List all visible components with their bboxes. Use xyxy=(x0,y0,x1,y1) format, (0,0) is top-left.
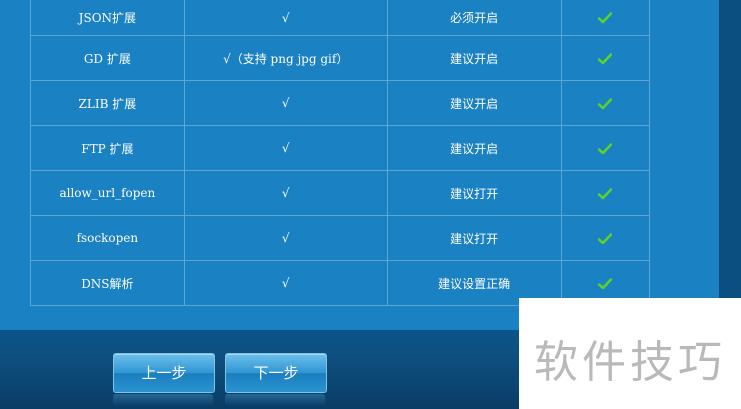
requirement-cell: √ xyxy=(183,170,388,216)
watermark-box: 软件技巧 xyxy=(519,298,741,409)
table-row: JSON扩展 √ 必须开启 xyxy=(30,0,651,36)
check-icon xyxy=(598,142,613,154)
status-cell xyxy=(560,35,651,81)
recommendation-cell: 建议开启 xyxy=(386,35,562,81)
check-icon xyxy=(598,232,613,244)
table-row: fsockopen √ 建议打开 xyxy=(30,215,651,261)
requirement-cell: √ xyxy=(183,260,388,306)
recommendation-cell: 建议开启 xyxy=(386,125,562,171)
recommendation-cell: 建议打开 xyxy=(386,215,562,261)
environment-check-table: JSON扩展 √ 必须开启 GD 扩展 √（支持 png jpg gif） 建议… xyxy=(30,0,651,306)
check-icon xyxy=(598,12,613,24)
check-icon xyxy=(598,97,613,109)
item-name-cell: DNS解析 xyxy=(30,260,185,306)
item-name-cell: FTP 扩展 xyxy=(30,125,185,171)
recommendation-cell: 建议打开 xyxy=(386,170,562,216)
watermark-text: 软件技巧 xyxy=(534,337,726,388)
status-cell xyxy=(560,215,651,261)
button-reflection xyxy=(113,394,213,406)
check-icon xyxy=(598,187,613,199)
recommendation-cell: 必须开启 xyxy=(386,0,562,36)
item-name-cell: fsockopen xyxy=(30,215,185,261)
table-row: allow_url_fopen √ 建议打开 xyxy=(30,170,651,216)
requirement-cell: √ xyxy=(183,80,388,126)
item-name-cell: GD 扩展 xyxy=(30,35,185,81)
check-icon xyxy=(598,52,613,64)
next-step-button[interactable]: 下一步 xyxy=(225,353,327,393)
recommendation-cell: 建议开启 xyxy=(386,80,562,126)
check-icon xyxy=(598,277,613,289)
table-row: GD 扩展 √（支持 png jpg gif） 建议开启 xyxy=(30,35,651,81)
status-cell xyxy=(560,0,651,36)
item-name-cell: allow_url_fopen xyxy=(30,170,185,216)
item-name-cell: ZLIB 扩展 xyxy=(30,80,185,126)
requirement-cell: √（支持 png jpg gif） xyxy=(183,35,388,81)
requirement-cell: √ xyxy=(183,215,388,261)
button-reflection xyxy=(225,394,325,406)
requirement-cell: √ xyxy=(183,125,388,171)
status-cell xyxy=(560,80,651,126)
table-row: ZLIB 扩展 √ 建议开启 xyxy=(30,80,651,126)
status-cell xyxy=(560,170,651,216)
item-name-cell: JSON扩展 xyxy=(30,0,185,36)
previous-step-button[interactable]: 上一步 xyxy=(113,353,215,393)
requirement-cell: √ xyxy=(183,0,388,36)
side-strip xyxy=(719,0,741,330)
table-row: FTP 扩展 √ 建议开启 xyxy=(30,125,651,171)
status-cell xyxy=(560,125,651,171)
